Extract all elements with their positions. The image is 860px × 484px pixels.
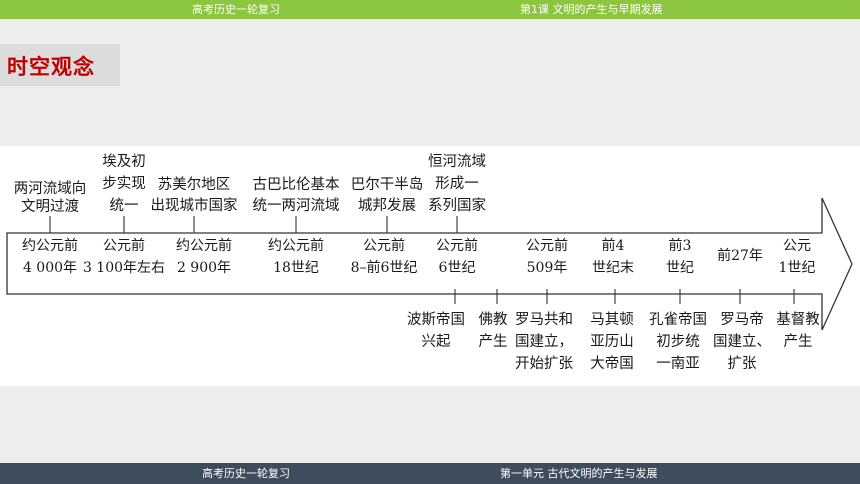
timeline-label: 埃及初 (102, 153, 146, 170)
timeline-label: 产生 (784, 333, 813, 350)
timeline-label: 约公元前 (176, 237, 232, 254)
header-course-title: 高考历史一轮复习 (192, 3, 280, 16)
top-tick-marks (49, 216, 458, 233)
timeline-label: 约公元前 (22, 237, 78, 254)
timeline-label: 波斯帝国 (407, 311, 465, 328)
timeline-label: 8–前6世纪 (351, 259, 418, 276)
timeline-label: 公元前 (363, 237, 405, 254)
timeline-label: 世纪 (666, 260, 694, 276)
timeline-label: 约公元前 (268, 237, 324, 254)
bottom-event-3: 罗马共和 国建立， 开始扩张 (515, 311, 573, 372)
date-label-11: 公元 1世纪 (779, 238, 816, 276)
date-label-6: 公元前 6世纪 (436, 237, 478, 276)
top-events: 两河流域向 文明过渡 埃及初 步实现 统一 苏美尔地区 出现城市国家 古巴比伦基… (14, 153, 486, 215)
date-label-2: 公元前 3 100年左右 (83, 237, 165, 276)
timeline-label: 罗马帝 (720, 311, 764, 328)
timeline-label: 恒河流域 (428, 153, 486, 170)
date-label-7: 公元前 509年 (526, 237, 568, 276)
footer-course-title: 高考历史一轮复习 (202, 467, 290, 480)
timeline-label: 公元前 (103, 237, 145, 254)
timeline-label: 大帝国 (590, 355, 634, 372)
timeline-label: 前3 (669, 237, 692, 254)
timeline-label: 前27年 (717, 247, 763, 264)
bottom-event-2: 佛教 产生 (479, 311, 508, 350)
timeline-label: 统一两河流域 (253, 197, 340, 214)
bottom-event-1: 波斯帝国 兴起 (407, 311, 465, 350)
timeline-label: 出现城市国家 (151, 197, 238, 214)
timeline-label: 4 000年 (23, 260, 77, 276)
bottom-event-7: 基督教 产生 (776, 311, 820, 350)
timeline-label: 系列国家 (428, 197, 486, 214)
timeline-label: 3 100年左右 (83, 260, 165, 276)
date-label-4: 约公元前 18世纪 (268, 237, 324, 276)
timeline-label: 509年 (527, 260, 568, 276)
bottom-tick-marks (454, 289, 795, 304)
timeline-label: 1世纪 (779, 260, 816, 276)
timeline-label: 古巴比伦基本 (253, 176, 340, 193)
top-header-bar: 高考历史一轮复习 第1课 文明的产生与早期发展 (0, 0, 860, 19)
timeline-label: 基督教 (776, 311, 820, 328)
top-event-2: 埃及初 步实现 统一 (102, 153, 146, 214)
timeline-label: 18世纪 (273, 260, 319, 276)
timeline-label: 兴起 (422, 333, 451, 350)
timeline-label: 步实现 (102, 175, 146, 192)
date-label-9: 前3 世纪 (666, 237, 694, 276)
timeline-label: 形成一 (435, 175, 479, 192)
timeline-label: 城邦发展 (358, 197, 416, 214)
bottom-event-6: 罗马帝 国建立、 扩张 (713, 311, 771, 372)
timeline-label: 开始扩张 (515, 355, 573, 372)
section-badge: 时空观念 (0, 44, 120, 86)
bottom-event-4: 马其顿 亚历山 大帝国 (590, 311, 634, 372)
timeline-label: 公元前 (526, 237, 568, 254)
top-event-4: 古巴比伦基本 统一两河流域 (253, 176, 340, 214)
arrow-date-labels: 约公元前 4 000年 公元前 3 100年左右 约公元前 2 900年 约公元… (22, 237, 815, 276)
top-event-6: 恒河流域 形成一 系列国家 (428, 153, 486, 214)
top-event-5: 巴尔干半岛 城邦发展 (351, 176, 424, 214)
timeline-label: 两河流域向 (14, 180, 87, 197)
bottom-events: 波斯帝国 兴起 佛教 产生 罗马共和 国建立， 开始扩张 马其顿 亚历山 大帝国… (407, 311, 820, 372)
section-badge-label: 时空观念 (7, 55, 95, 79)
date-label-10: 前27年 (717, 247, 763, 264)
top-event-3: 苏美尔地区 出现城市国家 (151, 176, 238, 214)
timeline-label: 公元前 (436, 237, 478, 254)
timeline-label: 初步统 (656, 333, 700, 350)
timeline-label: 国建立、 (713, 333, 771, 350)
header-lesson-title: 第1课 文明的产生与早期发展 (520, 3, 663, 16)
timeline-label: 苏美尔地区 (158, 176, 231, 193)
date-label-5: 公元前 8–前6世纪 (351, 237, 418, 276)
date-label-1: 约公元前 4 000年 (22, 237, 78, 276)
date-label-3: 约公元前 2 900年 (176, 237, 232, 276)
timeline-label: 孔雀帝国 (649, 311, 707, 328)
footer-unit-title: 第一单元 古代文明的产生与发展 (500, 467, 658, 480)
timeline-label: 一南亚 (656, 355, 700, 372)
timeline-label: 统一 (110, 197, 139, 214)
timeline-label: 巴尔干半岛 (351, 176, 424, 193)
timeline-label: 公元 (783, 238, 811, 254)
timeline-label: 前4 (602, 237, 625, 254)
timeline-label: 2 900年 (177, 260, 231, 276)
timeline-label: 世纪末 (592, 260, 634, 276)
footer-bar: 高考历史一轮复习 第一单元 古代文明的产生与发展 (0, 463, 860, 484)
timeline-label: 马其顿 (590, 311, 634, 328)
timeline-diagram: 两河流域向 文明过渡 埃及初 步实现 统一 苏美尔地区 出现城市国家 古巴比伦基… (6, 153, 853, 372)
timeline-label: 产生 (479, 333, 508, 350)
timeline-label: 文明过渡 (21, 198, 79, 215)
timeline-label: 6世纪 (439, 260, 476, 276)
timeline-label: 佛教 (479, 311, 508, 328)
date-label-8: 前4 世纪末 (592, 237, 634, 276)
timeline-label: 罗马共和 (515, 311, 573, 328)
top-event-1: 两河流域向 文明过渡 (14, 180, 87, 215)
bottom-event-5: 孔雀帝国 初步统 一南亚 (649, 311, 707, 372)
timeline-label: 扩张 (728, 355, 757, 372)
timeline-label: 亚历山 (590, 333, 634, 350)
timeline-label: 国建立， (515, 333, 573, 350)
timeline-panel: 两河流域向 文明过渡 埃及初 步实现 统一 苏美尔地区 出现城市国家 古巴比伦基… (0, 146, 860, 386)
